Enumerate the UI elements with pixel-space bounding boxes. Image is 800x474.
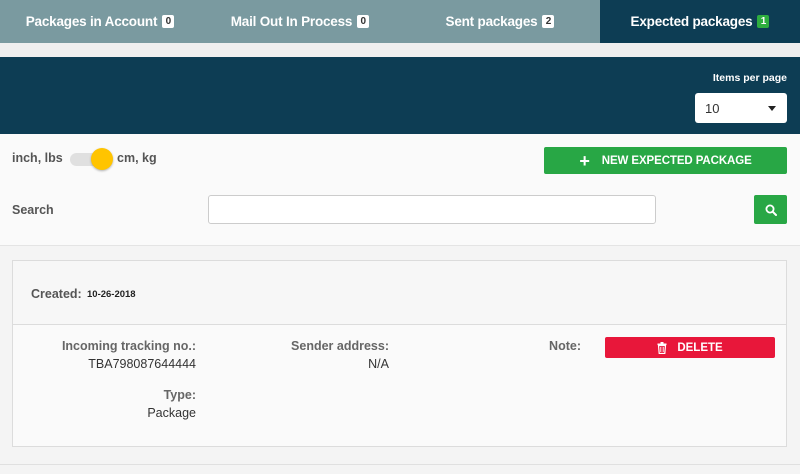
search-button[interactable]: [754, 195, 787, 224]
page-footer-edge: [0, 464, 800, 474]
delete-label: DELETE: [677, 341, 723, 354]
count-badge: 0: [162, 15, 175, 28]
search-input[interactable]: [208, 195, 656, 224]
type-value: Package: [147, 406, 196, 420]
sender-label: Sender address:: [291, 339, 389, 353]
search-label: Search: [12, 203, 54, 217]
new-expected-package-button[interactable]: + NEW EXPECTED PACKAGE: [544, 147, 787, 174]
trash-icon: [657, 341, 667, 354]
search-icon: [765, 204, 777, 216]
caret-down-icon: [768, 106, 776, 111]
tab-expected-packages[interactable]: Expected packages 1: [600, 0, 800, 43]
tab-label: Sent packages: [445, 14, 538, 29]
items-per-page-value: 10: [705, 100, 720, 116]
package-card-header: Created: 10-26-2018: [13, 261, 786, 325]
controls-panel: inch, lbs cm, kg + NEW EXPECTED PACKAGE …: [0, 134, 800, 246]
delete-button[interactable]: DELETE: [605, 337, 775, 358]
tab-sent-packages[interactable]: Sent packages 2: [400, 0, 600, 43]
package-card-body: Incoming tracking no.: TBA798087644444 S…: [13, 325, 786, 446]
count-badge: 1: [757, 15, 770, 28]
count-badge: 2: [542, 15, 555, 28]
tracking-value: TBA798087644444: [88, 357, 196, 371]
package-card: Created: 10-26-2018 Incoming tracking no…: [12, 260, 787, 447]
toggle-knob: [91, 148, 113, 170]
count-badge: 0: [357, 15, 370, 28]
tab-bar: Packages in Account 0 Mail Out In Proces…: [0, 0, 800, 43]
note-label: Note:: [549, 339, 581, 353]
tab-packages-in-account[interactable]: Packages in Account 0: [0, 0, 200, 43]
tab-mail-out-in-process[interactable]: Mail Out In Process 0: [200, 0, 400, 43]
tab-label: Mail Out In Process: [230, 14, 353, 29]
created-date: 10-26-2018: [87, 289, 136, 300]
unit-toggle[interactable]: [70, 148, 113, 170]
tab-label: Packages in Account: [25, 14, 158, 29]
list-header: Items per page 10: [0, 57, 800, 134]
tracking-label: Incoming tracking no.:: [61, 339, 196, 353]
tab-separator: [0, 43, 800, 57]
plus-icon: +: [579, 150, 590, 171]
created-label: Created:: [31, 287, 82, 301]
items-per-page-select[interactable]: 10: [695, 93, 787, 123]
items-per-page-label: Items per page: [712, 72, 787, 84]
unit-metric-label: cm, kg: [117, 151, 157, 165]
new-button-label: NEW EXPECTED PACKAGE: [601, 154, 752, 167]
tab-label: Expected packages: [630, 14, 753, 29]
unit-imperial-label: inch, lbs: [12, 151, 63, 165]
sender-value: N/A: [368, 357, 389, 371]
type-label: Type:: [163, 388, 196, 402]
